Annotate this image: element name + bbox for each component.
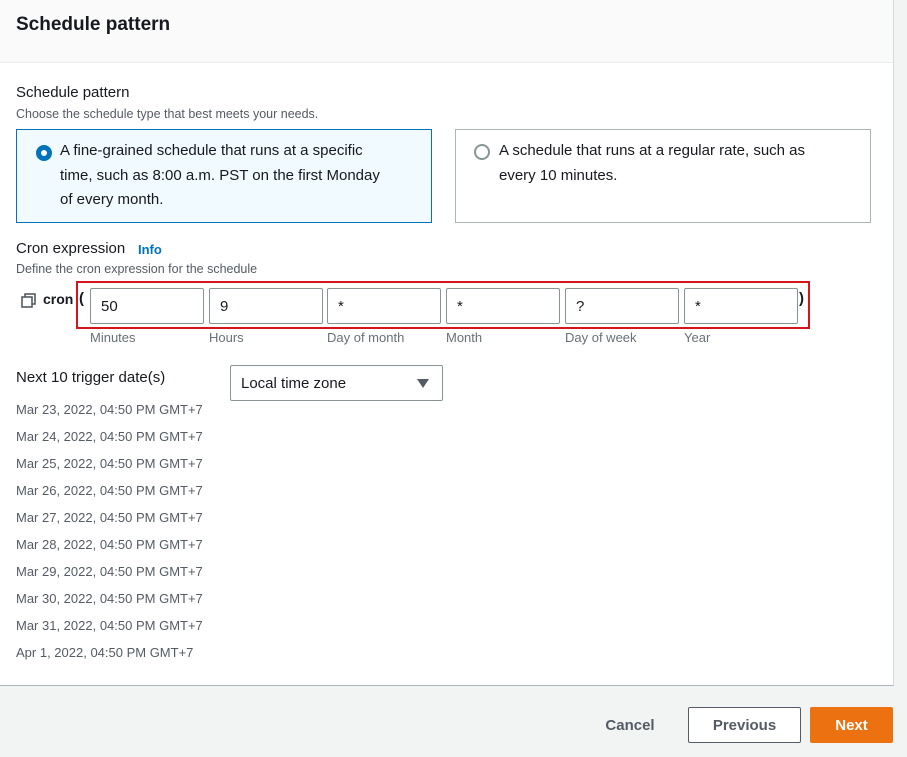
option-text-line: of every month.	[60, 191, 164, 208]
option-text-line: A fine-grained schedule that runs at a s…	[60, 142, 363, 159]
option-text-line: time, such as 8:00 a.m. PST on the first…	[60, 166, 380, 184]
day-of-month-input[interactable]	[327, 288, 441, 324]
previous-button[interactable]: Previous	[688, 707, 801, 743]
timezone-select[interactable]: Local time zone	[230, 365, 443, 401]
cancel-button[interactable]: Cancel	[590, 707, 670, 743]
trigger-date-item: Mar 23, 2022, 04:50 PM GMT+7	[16, 402, 203, 417]
option-text-line: A schedule that runs at a regular rate, …	[499, 142, 806, 159]
trigger-date-item: Mar 28, 2022, 04:50 PM GMT+7	[16, 537, 203, 552]
minutes-input[interactable]	[90, 288, 204, 324]
trigger-date-item: Mar 27, 2022, 04:50 PM GMT+7	[16, 510, 203, 525]
copy-icon[interactable]	[21, 293, 36, 308]
caret-down-icon	[417, 379, 429, 388]
option-text-line: every 10 minutes.	[499, 166, 618, 184]
day-of-week-input[interactable]	[565, 288, 679, 324]
schedule-pattern-label: Schedule pattern	[16, 84, 130, 101]
info-link[interactable]: Info	[138, 242, 162, 257]
fine-grained-schedule-option[interactable]: A fine-grained schedule that runs at a s…	[16, 129, 432, 223]
schedule-pattern-description: Choose the schedule type that best meets…	[16, 107, 319, 121]
hours-input[interactable]	[209, 288, 323, 324]
month-input[interactable]	[446, 288, 560, 324]
panel-title: Schedule pattern	[16, 14, 171, 35]
cron-expression-description: Define the cron expression for the sched…	[16, 262, 258, 276]
fine-grained-option-text: A fine-grained schedule that runs at a s…	[60, 139, 380, 213]
trigger-date-item: Mar 25, 2022, 04:50 PM GMT+7	[16, 456, 203, 471]
rate-radio[interactable]	[474, 144, 490, 160]
hours-label: Hours	[209, 330, 244, 345]
trigger-date-item: Mar 31, 2022, 04:50 PM GMT+7	[16, 618, 203, 633]
year-label: Year	[684, 330, 711, 345]
trigger-date-item: Mar 24, 2022, 04:50 PM GMT+7	[16, 429, 203, 444]
day-of-month-label: Day of month	[327, 330, 405, 345]
trigger-date-item: Apr 1, 2022, 04:50 PM GMT+7	[16, 645, 194, 660]
cron-expression-label: Cron expression	[16, 240, 126, 257]
timezone-value: Local time zone	[241, 375, 347, 392]
month-label: Month	[446, 330, 483, 345]
rate-schedule-option[interactable]: A schedule that runs at a regular rate, …	[455, 129, 871, 223]
trigger-date-item: Mar 29, 2022, 04:50 PM GMT+7	[16, 564, 203, 579]
year-input[interactable]	[684, 288, 798, 324]
trigger-date-item: Mar 30, 2022, 04:50 PM GMT+7	[16, 591, 203, 606]
cron-close-paren: )	[799, 290, 804, 307]
fine-grained-radio[interactable]	[36, 145, 52, 161]
day-of-week-label: Day of week	[565, 330, 637, 345]
trigger-date-item: Mar 26, 2022, 04:50 PM GMT+7	[16, 483, 203, 498]
trigger-dates-label: Next 10 trigger date(s)	[16, 369, 166, 386]
panel-header: Schedule pattern	[0, 0, 893, 63]
minutes-label: Minutes	[90, 330, 136, 345]
next-button[interactable]: Next	[810, 707, 893, 743]
cron-prefix: cron	[43, 291, 74, 307]
rate-option-text: A schedule that runs at a regular rate, …	[499, 139, 805, 188]
schedule-pattern-panel: Schedule pattern Schedule pattern Choose…	[0, 0, 894, 686]
